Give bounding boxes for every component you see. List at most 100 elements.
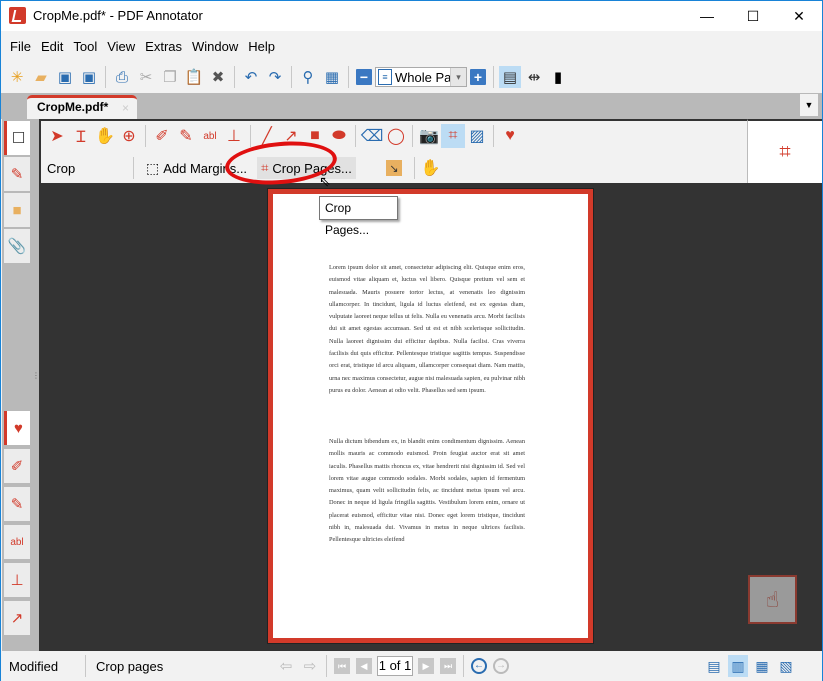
maximize-button[interactable]: ☐	[730, 1, 776, 31]
ellipse-icon[interactable]: ⬬	[327, 124, 351, 148]
ribbon-separator	[250, 125, 251, 147]
hand-touch-icon[interactable]: ✋	[419, 156, 443, 180]
touch-mode-button[interactable]: ☝	[748, 575, 797, 624]
ribbon-separator	[412, 125, 413, 147]
two-page-continuous-layout-icon[interactable]: ▦	[752, 655, 772, 677]
toolbar-separator	[105, 66, 106, 88]
status-separator	[85, 655, 86, 677]
sidebar-tab-notes[interactable]: ■	[4, 193, 30, 227]
copy-icon[interactable]: ❐	[159, 66, 181, 88]
document-tab[interactable]: CropMe.pdf* ×	[27, 95, 137, 119]
find-icon[interactable]: ⚲	[297, 66, 319, 88]
add-margins-button[interactable]: Add Margins...	[163, 161, 247, 176]
sidebar-tab-bookmarks[interactable]: ✎	[4, 157, 30, 191]
menu-help[interactable]: Help	[243, 37, 280, 57]
highlighter-icon[interactable]: ✎	[174, 124, 198, 148]
zoom-out-button[interactable]: −	[356, 69, 372, 85]
menu-window[interactable]: Window	[187, 37, 243, 57]
select-arrow-icon[interactable]: ➤	[45, 124, 69, 148]
fit-page-icon[interactable]: ▤	[499, 66, 521, 88]
fit-width-icon[interactable]: ⇹	[523, 66, 545, 88]
new-document-icon[interactable]: ✳	[6, 66, 28, 88]
close-button[interactable]: ✕	[776, 1, 822, 31]
favorites-icon[interactable]: ♥	[498, 124, 522, 148]
menu-extras[interactable]: Extras	[140, 37, 187, 57]
tool-ribbon: ➤ Ɪ ✋ ⊕ ✐ ✎ abl ⊥ ╱ ↗ ■ ⬬ ⌫ ◯ 📷 ⌗ ▨ ♥ Cr…	[39, 119, 747, 183]
redo-icon[interactable]: ↷	[264, 66, 286, 88]
save-icon[interactable]: ▣	[54, 66, 76, 88]
open-folder-icon[interactable]: ▰	[30, 66, 52, 88]
pen-icon[interactable]: ✐	[150, 124, 174, 148]
zoom-in-button[interactable]: +	[470, 69, 486, 85]
save-as-icon[interactable]: ▣	[78, 66, 100, 88]
lasso-icon[interactable]: ◯	[384, 124, 408, 148]
menu-view[interactable]: View	[102, 37, 140, 57]
toolbar-separator	[234, 66, 235, 88]
back-button[interactable]: ←	[471, 658, 487, 674]
two-page-layout-icon[interactable]: ▧	[776, 655, 796, 677]
sidebar-tab-textbox[interactable]: abl	[4, 525, 30, 559]
active-tool-indicator: ⌗	[747, 119, 822, 183]
menu-file[interactable]: File	[1, 37, 36, 57]
heart-icon: ♥	[14, 419, 23, 437]
menu-tool[interactable]: Tool	[68, 37, 102, 57]
sidebar-tab-favorites[interactable]: ♥	[4, 411, 30, 445]
main-toolbar: ✳ ▰ ▣ ▣ ⎙ ✂ ❐ 📋 ✖ ↶ ↷ ⚲ ▦ − ≡ Whole Page…	[1, 63, 822, 91]
cut-icon[interactable]: ✂	[135, 66, 157, 88]
line-icon[interactable]: ╱	[255, 124, 279, 148]
rectangle-icon[interactable]: ■	[303, 124, 327, 148]
document-canvas[interactable]: Lorem ipsum dolor sit amet, consectetur …	[39, 183, 822, 651]
continuous-layout-icon[interactable]: ▥	[728, 655, 748, 677]
crop-mode-label: Crop	[47, 160, 76, 176]
zoom-select[interactable]: ≡ Whole Page ▾	[375, 67, 467, 87]
toolbar-separator	[493, 66, 494, 88]
last-page-button[interactable]: ⏭	[440, 658, 456, 674]
ribbon-tools-row: ➤ Ɪ ✋ ⊕ ✐ ✎ abl ⊥ ╱ ↗ ■ ⬬ ⌫ ◯ 📷 ⌗ ▨ ♥	[45, 124, 522, 148]
text-select-icon[interactable]: Ɪ	[69, 124, 93, 148]
first-page-button[interactable]: ⏮	[334, 658, 350, 674]
hand-icon[interactable]: ✋	[93, 124, 117, 148]
full-screen-icon[interactable]: ▮	[547, 66, 569, 88]
find-options-icon[interactable]: ▦	[321, 66, 343, 88]
pdf-page[interactable]: Lorem ipsum dolor sit amet, consectetur …	[267, 188, 594, 644]
camera-icon[interactable]: 📷	[417, 124, 441, 148]
print-icon[interactable]: ⎙	[111, 66, 133, 88]
arrow-icon[interactable]: ↗	[279, 124, 303, 148]
sidebar-tab-attachments[interactable]: 📎	[4, 229, 30, 263]
side-panel-tabs: ☐ ✎ ■ 📎 ⋮ ♥ ✐ ✎ abl ⊥ ↗	[2, 119, 40, 651]
sidebar-tab-pages[interactable]: ☐	[4, 121, 30, 155]
crop-pages-label: Crop Pages...	[272, 160, 352, 176]
eraser-icon[interactable]: ⌫	[360, 124, 384, 148]
textbox-icon[interactable]: abl	[198, 124, 222, 148]
prev-view-icon[interactable]: ⇦	[275, 655, 297, 677]
next-page-button[interactable]: ▶	[418, 658, 434, 674]
delete-icon[interactable]: ✖	[207, 66, 229, 88]
next-view-icon[interactable]: ⇨	[299, 655, 321, 677]
add-margins-icon: ⬚	[146, 159, 160, 176]
resize-crop-icon[interactable]: ↘	[385, 160, 402, 176]
stamp-icon[interactable]: ⊥	[222, 124, 246, 148]
insert-image-icon[interactable]: ▨	[465, 124, 489, 148]
toolbar-separator	[348, 66, 349, 88]
crop-icon[interactable]: ⌗	[441, 124, 465, 148]
sidebar-tab-arrow[interactable]: ↗	[4, 601, 30, 635]
sidebar-tab-stamp[interactable]: ⊥	[4, 563, 30, 597]
toolbar-separator	[291, 66, 292, 88]
paragraph: Nulla dictum bibendum ex, in blandit eni…	[329, 438, 525, 544]
sidebar-tab-highlighter[interactable]: ✎	[4, 487, 30, 521]
page-number-field[interactable]: 1 of 1	[377, 656, 413, 676]
undo-icon[interactable]: ↶	[240, 66, 262, 88]
crop-pages-button[interactable]: ⌗ Crop Pages...	[257, 157, 356, 179]
menu-edit[interactable]: Edit	[36, 37, 68, 57]
chevron-down-icon[interactable]: ▾	[450, 68, 466, 86]
close-tab-icon[interactable]: ×	[122, 101, 129, 115]
app-window: CropMe.pdf* - PDF Annotator — ☐ ✕ File E…	[0, 0, 823, 681]
minimize-button[interactable]: —	[684, 1, 730, 31]
sidebar-tab-pen[interactable]: ✐	[4, 449, 30, 483]
forward-button[interactable]: →	[493, 658, 509, 674]
tab-list-dropdown[interactable]: ▼	[800, 94, 818, 116]
prev-page-button[interactable]: ◀	[356, 658, 372, 674]
single-page-layout-icon[interactable]: ▤	[704, 655, 724, 677]
zoom-tool-icon[interactable]: ⊕	[117, 124, 141, 148]
paste-icon[interactable]: 📋	[183, 66, 205, 88]
